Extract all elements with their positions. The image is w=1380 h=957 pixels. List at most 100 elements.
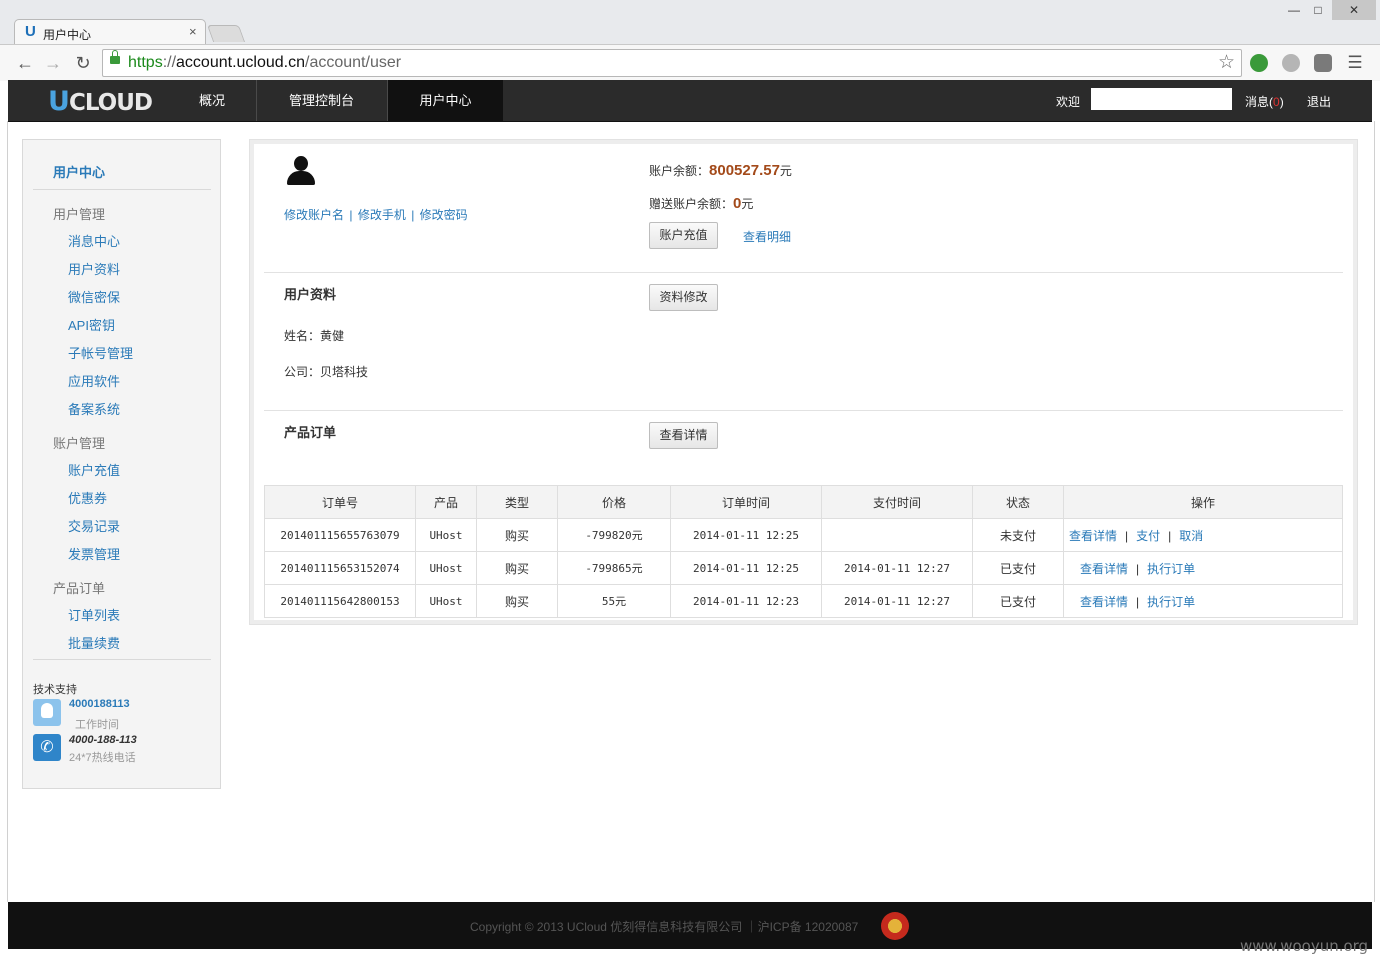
orders-table: 订单号 产品 类型 价格 订单时间 支付时间 状态 操作 20140111565… — [264, 485, 1343, 618]
support-hours: 工作时间 — [75, 719, 119, 731]
order-execute-link[interactable]: 执行订单 — [1147, 562, 1195, 576]
order-price: -799865元 — [557, 551, 671, 585]
support-label: 技术支持 — [33, 684, 77, 696]
support-hotline-label: 24*7热线电话 — [69, 752, 136, 764]
sidebar-item-wechat-security[interactable]: 微信密保 — [68, 287, 120, 306]
order-status: 未支付 — [972, 518, 1064, 552]
tab-bar: U 用户中心 × — □ ✕ — [0, 0, 1380, 45]
order-view-details-link[interactable]: 查看详情 — [1080, 595, 1128, 609]
order-time: 2014-01-11 12:25 — [670, 518, 822, 552]
new-tab-button[interactable] — [206, 25, 246, 42]
order-price: -799820元 — [557, 518, 671, 552]
forward-arrow-icon[interactable]: → — [42, 52, 64, 74]
order-cancel-link[interactable]: 取消 — [1179, 529, 1203, 543]
police-badge-icon[interactable] — [881, 912, 909, 940]
browser-tab[interactable]: U 用户中心 × — [14, 19, 206, 45]
order-view-details-link[interactable]: 查看详情 — [1080, 562, 1128, 576]
username-box — [1091, 88, 1232, 110]
ucloud-logo[interactable]: UCLOUD — [48, 86, 153, 117]
profile-name: 姓名：黄健 — [284, 329, 345, 343]
sidebar-item-coupons[interactable]: 优惠券 — [68, 488, 107, 507]
order-price: 55元 — [557, 584, 671, 618]
sidebar-item-filing[interactable]: 备案系统 — [68, 399, 120, 418]
profile-company: 公司：贝塔科技 — [284, 365, 369, 379]
view-orders-button[interactable]: 查看详情 — [649, 422, 718, 449]
col-order-id: 订单号 — [264, 485, 416, 519]
bookmark-star-icon[interactable]: ☆ — [1218, 51, 1235, 74]
order-id: 201401115655763079 — [264, 518, 416, 552]
order-pay-link[interactable]: 支付 — [1136, 529, 1160, 543]
extension-evernote-icon[interactable] — [1250, 54, 1268, 72]
tab-title: 用户中心 — [43, 28, 92, 42]
order-type: 购买 — [476, 551, 558, 585]
welcome-label: 欢迎 — [1056, 95, 1081, 109]
browser-toolbar: ← → ↻ https://account.ucloud.cn/account/… — [0, 44, 1380, 81]
change-password-link[interactable]: 修改密码 — [420, 208, 468, 222]
sidebar-item-messages[interactable]: 消息中心 — [68, 231, 120, 250]
order-product: UHost — [415, 551, 477, 585]
sidebar-divider — [33, 659, 211, 660]
user-avatar-icon — [285, 156, 317, 186]
sidebar-group-orders: 产品订单 — [53, 581, 106, 596]
menu-hamburger-icon[interactable]: ☰ — [1344, 52, 1366, 74]
sidebar: 用户中心 用户管理 消息中心 用户资料 微信密保 API密钥 子帐号管理 应用软… — [22, 139, 221, 789]
back-arrow-icon[interactable]: ← — [14, 52, 36, 74]
col-product: 产品 — [415, 485, 477, 519]
nav-user-center[interactable]: 用户中心 — [388, 80, 503, 121]
sidebar-group-user: 用户管理 — [53, 207, 106, 222]
order-execute-link[interactable]: 执行订单 — [1147, 595, 1195, 609]
tab-close-icon[interactable]: × — [189, 24, 197, 39]
site-header: UCLOUD 概况 管理控制台 用户中心 欢迎 消息(0) 退出 — [8, 80, 1372, 122]
extension-shield-icon[interactable] — [1314, 54, 1332, 72]
copyright-text: Copyright © 2013 UCloud 优刻得信息科技有限公司 ｜沪IC… — [470, 920, 859, 934]
order-product: UHost — [415, 518, 477, 552]
order-product: UHost — [415, 584, 477, 618]
sidebar-item-transactions[interactable]: 交易记录 — [68, 516, 120, 535]
support-qq-number[interactable]: 4000188113 — [69, 698, 130, 710]
sidebar-item-apps[interactable]: 应用软件 — [68, 371, 120, 390]
pay-time: 2014-01-11 12:27 — [821, 584, 973, 618]
col-price: 价格 — [557, 485, 671, 519]
order-id: 201401115642800153 — [264, 584, 416, 618]
col-pay-time: 支付时间 — [821, 485, 973, 519]
order-view-details-link[interactable]: 查看详情 — [1069, 529, 1117, 543]
col-status: 状态 — [972, 485, 1064, 519]
orders-section-title: 产品订单 — [284, 425, 337, 440]
col-actions: 操作 — [1063, 485, 1343, 519]
browser-chrome: U 用户中心 × — □ ✕ ← → ↻ https://account.ucl… — [0, 0, 1380, 81]
minimize-icon[interactable]: — — [1282, 0, 1306, 20]
nav-console[interactable]: 管理控制台 — [257, 80, 386, 121]
view-details-link[interactable]: 查看明细 — [743, 228, 791, 245]
change-phone-link[interactable]: 修改手机 — [358, 208, 406, 222]
balance-value: 800527.57 — [709, 162, 780, 179]
sidebar-group-account: 账户管理 — [53, 436, 106, 451]
sidebar-item-profile[interactable]: 用户资料 — [68, 259, 120, 278]
maximize-icon[interactable]: □ — [1306, 0, 1330, 20]
window-close-icon[interactable]: ✕ — [1332, 0, 1376, 20]
sidebar-item-subaccounts[interactable]: 子帐号管理 — [68, 343, 133, 362]
pay-time — [821, 518, 973, 552]
logout-link[interactable]: 退出 — [1307, 93, 1331, 110]
edit-profile-button[interactable]: 资料修改 — [649, 284, 718, 311]
recharge-button[interactable]: 账户充值 — [649, 222, 718, 249]
sidebar-item-invoices[interactable]: 发票管理 — [68, 544, 120, 563]
reload-icon[interactable]: ↻ — [72, 52, 94, 74]
messages-link[interactable]: 消息(0) — [1245, 93, 1284, 110]
nav-overview[interactable]: 概况 — [168, 80, 256, 121]
rename-account-link[interactable]: 修改账户名 — [284, 208, 344, 222]
sidebar-item-recharge[interactable]: 账户充值 — [68, 460, 120, 479]
sidebar-item-api-keys[interactable]: API密钥 — [68, 315, 115, 334]
sidebar-item-batch-renew[interactable]: 批量续费 — [68, 633, 120, 652]
order-actions: 查看详情 | 执行订单 — [1063, 584, 1343, 618]
support-hotline: 4000-188-113 — [69, 734, 137, 746]
ucloud-favicon-icon: U — [25, 23, 36, 40]
phone-icon: ✆ — [33, 734, 61, 761]
qq-icon[interactable] — [33, 699, 61, 726]
order-actions: 查看详情 | 执行订单 — [1063, 551, 1343, 585]
address-bar[interactable]: https://account.ucloud.cn/account/user ☆ — [102, 49, 1242, 77]
sidebar-item-order-list[interactable]: 订单列表 — [68, 605, 120, 624]
extension-globe-icon[interactable] — [1282, 54, 1300, 72]
table-row: 201401115653152074 UHost 购买 -799865元 201… — [264, 551, 1343, 585]
url-text[interactable]: https://account.ucloud.cn/account/user — [128, 54, 401, 72]
sidebar-title[interactable]: 用户中心 — [53, 162, 105, 181]
